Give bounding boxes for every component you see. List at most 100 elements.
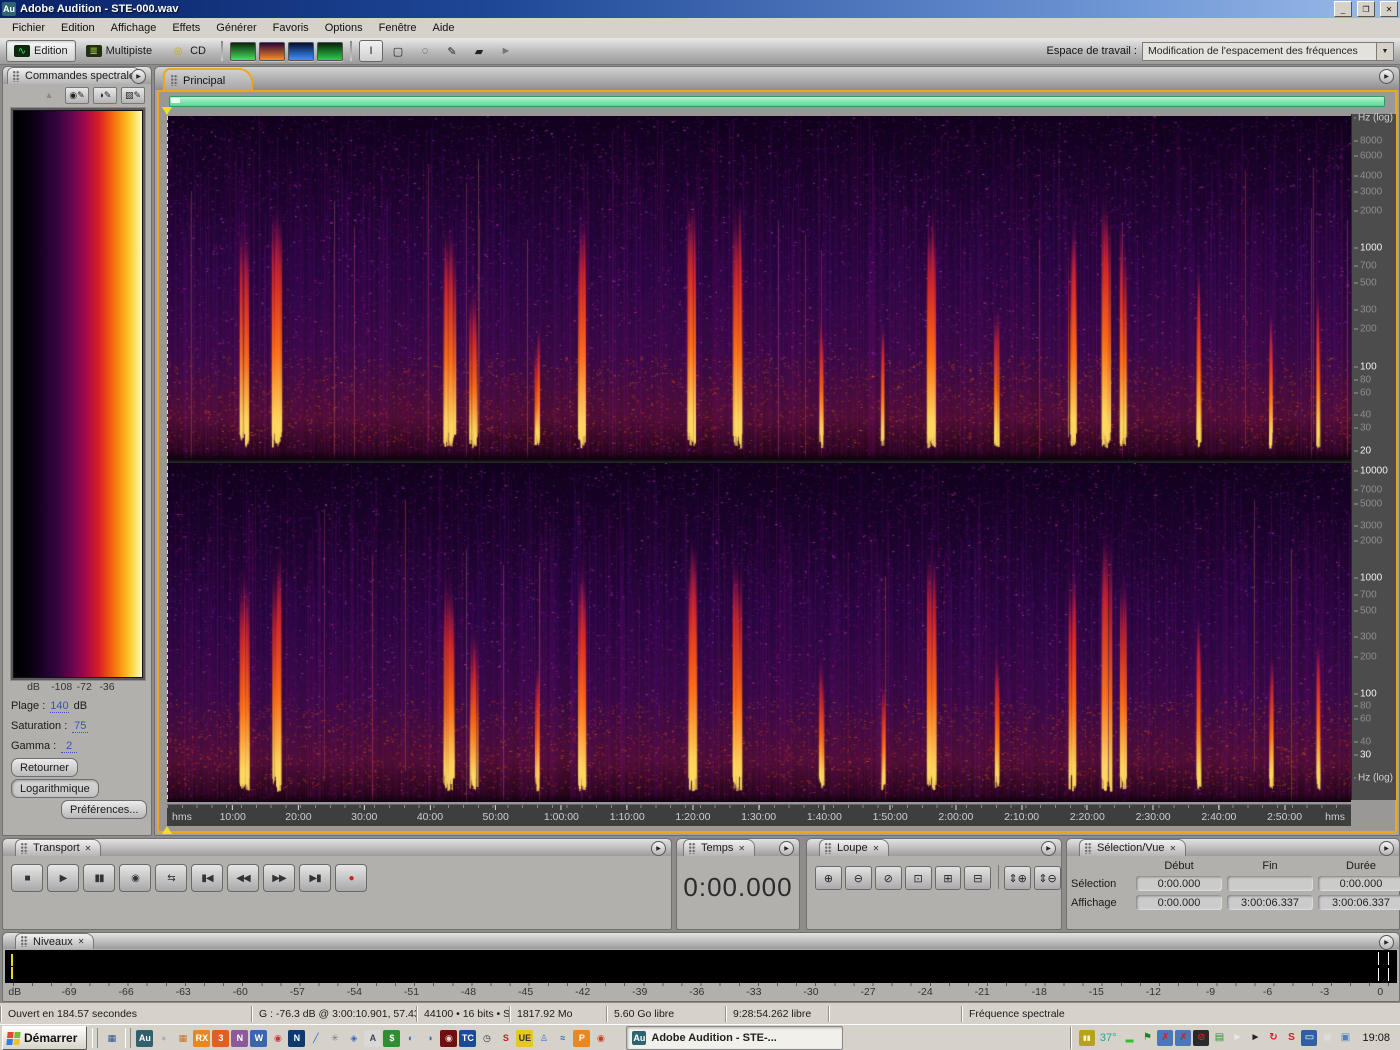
tray-mouse-settings-icon[interactable]: ▣	[1319, 1030, 1335, 1046]
quicklaunch-word-icon[interactable]: W	[250, 1029, 268, 1047]
quicklaunch-izotope-rx-icon[interactable]: RX	[193, 1029, 211, 1047]
frequency-axis[interactable]: Hz (log) 8000 6000 4000 3000 2000 1000 700 500 30…	[1351, 113, 1396, 800]
playhead-marker-top-icon[interactable]	[162, 107, 172, 115]
playhead-cursor[interactable]	[167, 116, 168, 802]
workspace-dropdown[interactable]: Modification de l'espacement des fréquen…	[1142, 41, 1394, 61]
quicklaunch-diamond-edit-icon[interactable]: ◈	[345, 1030, 362, 1047]
mode-cd-button[interactable]: ◎ CD	[162, 40, 214, 62]
spectral-color-gradient-button[interactable]: ▨✎	[121, 86, 145, 104]
menu-item[interactable]: Fenêtre	[371, 20, 425, 36]
quicklaunch-pen-tool-icon[interactable]: ╱	[307, 1030, 324, 1047]
panel-grip[interactable]	[1085, 842, 1092, 854]
quicklaunch-globe1-icon[interactable]: ◐	[402, 1030, 419, 1047]
quicklaunch-onenote-icon[interactable]: N	[231, 1029, 249, 1047]
tray-volume-icon[interactable]: ▮▮	[1078, 1030, 1095, 1046]
rewind-button[interactable]: ◀◀	[227, 864, 259, 892]
quicklaunch-camera-eye-icon[interactable]: ◉	[440, 1029, 458, 1047]
quicklaunch-netscape-icon[interactable]: N	[288, 1029, 306, 1047]
panel-grip[interactable]	[825, 842, 832, 854]
tray-display-settings-icon[interactable]: ▭	[1301, 1030, 1318, 1046]
start-button[interactable]: Démarrer	[2, 1026, 88, 1050]
spot-healing-brush-tool-button[interactable]: ▰	[467, 40, 491, 62]
menu-item[interactable]: Générer	[208, 20, 264, 36]
menu-item[interactable]: Effets	[164, 20, 208, 36]
quicklaunch-messenger-icon[interactable]: ♙	[535, 1030, 552, 1047]
spectrogram-display[interactable]	[167, 116, 1351, 802]
effects-paintbrush-tool-button[interactable]: ✎	[440, 40, 464, 62]
spectrogram-right-channel[interactable]	[167, 463, 1351, 802]
tray-sync-icon[interactable]: ↻	[1265, 1030, 1281, 1046]
levels-tab[interactable]: Niveaux ✕	[15, 933, 95, 949]
zoom-in-horizontal-button[interactable]: ⊕	[815, 866, 842, 890]
tray-no-entry-icon[interactable]: ⊘	[1193, 1030, 1210, 1046]
play-from-cursor-button[interactable]: ◉	[119, 864, 151, 892]
spectral-adjust-tool-button[interactable]: ▲	[37, 87, 61, 104]
close-button[interactable]: ✕	[1380, 1, 1398, 17]
menu-item[interactable]: Aide	[425, 20, 463, 36]
marquee-selection-tool-button[interactable]: ▢	[386, 40, 410, 62]
view-duration-field[interactable]: 3:00:06.337	[1318, 895, 1400, 910]
panel-menu-button[interactable]: ▶	[651, 841, 666, 856]
logarithmique-button[interactable]: Logarithmique	[11, 779, 99, 798]
close-icon[interactable]: ✕	[78, 937, 85, 946]
playhead-marker-bottom-icon[interactable]	[162, 826, 172, 834]
spectral-color-hue-button[interactable]: ◉✎	[65, 86, 89, 104]
tray-network-offline1-icon[interactable]: ✗	[1157, 1030, 1174, 1046]
zoom-in-left-edge-button[interactable]: ⊞	[934, 866, 962, 890]
panel-grip[interactable]	[21, 842, 28, 854]
loop-play-button[interactable]: ⇆	[155, 864, 187, 892]
quicklaunch-audition-icon[interactable]: Au	[136, 1029, 154, 1047]
menu-item[interactable]: Options	[317, 20, 371, 36]
view-end-field[interactable]: 3:00:06.337	[1227, 895, 1313, 910]
show-desktop-icon[interactable]: ▦	[103, 1030, 120, 1047]
view-start-field[interactable]: 0:00.000	[1136, 895, 1222, 910]
quicklaunch-media-player-icon[interactable]: ◉	[592, 1030, 609, 1047]
quicklaunch-sbp-icon[interactable]: S	[497, 1030, 514, 1047]
panel-grip[interactable]	[13, 70, 20, 82]
zoom-out-vertical-button[interactable]: ⇕⊖	[1034, 866, 1061, 890]
quicklaunch-globe2-icon[interactable]: ◑	[421, 1030, 438, 1047]
quicklaunch-coin-icon[interactable]: ●	[155, 1030, 172, 1047]
close-icon[interactable]: ✕	[85, 844, 92, 853]
quicklaunch-swoosh-icon[interactable]: ≈	[554, 1030, 571, 1047]
menu-item[interactable]: Affichage	[103, 20, 165, 36]
selection-start-field[interactable]: 0:00.000	[1136, 876, 1222, 891]
tray-pointer-tool-icon[interactable]: ►	[1229, 1030, 1245, 1046]
preferences-button[interactable]: Préférences...	[61, 800, 148, 819]
field-value[interactable]: 140	[50, 700, 69, 713]
quicklaunch-clock-icon[interactable]: ◷	[478, 1030, 495, 1047]
view-spectral-frequency-button[interactable]	[259, 41, 285, 61]
panel-menu-button[interactable]: ▶	[1379, 69, 1394, 84]
tray-network-offline2-icon[interactable]: ✗	[1175, 1030, 1192, 1046]
pause-button[interactable]: ▮▮	[83, 864, 115, 892]
zoom-in-right-edge-button[interactable]: ⊟	[964, 866, 992, 890]
quicklaunch-star-burst-icon[interactable]: ✳	[326, 1030, 343, 1047]
go-to-start-button[interactable]: ▮◀	[191, 864, 223, 892]
quicklaunch-total-commander-icon[interactable]: TC	[459, 1029, 477, 1047]
taskbar-clock[interactable]: 19:08	[1362, 1032, 1390, 1044]
scrub-tool-button[interactable]: ►	[494, 40, 518, 62]
tray-minimized-app-icon[interactable]: ▂	[1121, 1030, 1137, 1046]
quicklaunch-soft3-icon[interactable]: 3	[212, 1029, 230, 1047]
stop-button[interactable]: ■	[11, 864, 43, 892]
panel-menu-button[interactable]: ▶	[131, 69, 146, 84]
zoom-out-horizontal-button[interactable]: ⊖	[844, 866, 872, 890]
menu-item[interactable]: Edition	[53, 20, 103, 36]
zoom-tab[interactable]: Loupe ✕	[819, 839, 890, 856]
selection-view-tab[interactable]: Sélection/Vue ✕	[1079, 839, 1187, 856]
panel-grip[interactable]	[171, 75, 178, 86]
horizontal-range-scrollbar[interactable]	[169, 96, 1385, 107]
mode-edition-button[interactable]: ∿ Edition	[6, 40, 76, 62]
restore-button[interactable]: ❐	[1357, 1, 1375, 17]
time-tab[interactable]: Temps ✕	[683, 839, 756, 856]
quicklaunch-acdsee-icon[interactable]: A	[364, 1029, 382, 1047]
time-display[interactable]: 0:00.000	[677, 872, 799, 903]
retourner-button[interactable]: Retourner	[11, 758, 78, 777]
spectral-gradient-display[interactable]	[10, 107, 146, 681]
quicklaunch-ultraedit-icon[interactable]: UE	[516, 1029, 534, 1047]
zoom-to-selection-button[interactable]: ⊡	[904, 866, 932, 890]
go-to-end-button[interactable]: ▶▮	[299, 864, 331, 892]
tray-temperature[interactable]: 37°	[1100, 1032, 1117, 1044]
timeline-ruler[interactable]: hms hms 10:00 20:00 30:00 40:00 50:00 1:…	[167, 804, 1351, 826]
tray-cursor-settings-icon[interactable]: ►	[1247, 1030, 1263, 1046]
